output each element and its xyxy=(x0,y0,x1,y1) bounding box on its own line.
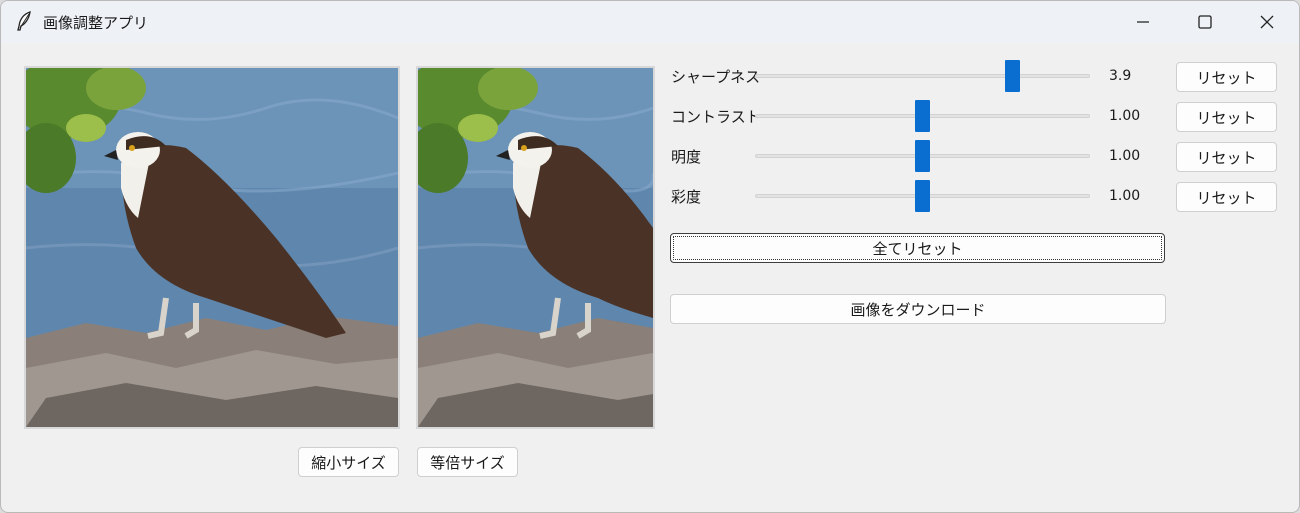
saturation-value: 1.00 xyxy=(1109,188,1141,204)
contrast-value: 1.00 xyxy=(1109,108,1141,124)
saturation-slider[interactable] xyxy=(755,180,1090,212)
maximize-button[interactable] xyxy=(1177,1,1233,43)
brightness-slider-thumb[interactable] xyxy=(915,140,930,172)
sharpness-slider-thumb[interactable] xyxy=(1005,60,1020,92)
actual-size-button[interactable]: 等倍サイズ xyxy=(417,447,518,477)
minimize-button[interactable] xyxy=(1115,1,1171,43)
brightness-slider[interactable] xyxy=(755,140,1090,172)
contrast-reset-button[interactable]: リセット xyxy=(1176,102,1277,132)
sharpness-label: シャープネス xyxy=(671,68,761,86)
title-bar[interactable]: 画像調整アプリ xyxy=(1,1,1299,43)
saturation-label: 彩度 xyxy=(671,188,702,206)
minimize-icon xyxy=(1136,15,1150,29)
sharpness-value: 3.9 xyxy=(1109,68,1132,84)
brightness-value: 1.00 xyxy=(1109,148,1141,164)
close-icon xyxy=(1260,15,1274,29)
window-title: 画像調整アプリ xyxy=(43,14,149,32)
app-window: 画像調整アプリ 縮小サイズ 等倍サイズ シャープネス 3.9 リセット コントラ… xyxy=(0,0,1300,513)
adjusted-image xyxy=(416,66,655,429)
sharpness-reset-button[interactable]: リセット xyxy=(1176,62,1277,92)
original-image xyxy=(24,66,400,429)
saturation-reset-button[interactable]: リセット xyxy=(1176,182,1277,212)
contrast-slider[interactable] xyxy=(755,100,1090,132)
reset-all-button[interactable]: 全てリセット xyxy=(670,233,1165,263)
sharpness-slider[interactable] xyxy=(755,60,1090,92)
contrast-label: コントラスト xyxy=(671,108,761,126)
feather-icon xyxy=(15,11,33,31)
saturation-slider-thumb[interactable] xyxy=(915,180,930,212)
maximize-icon xyxy=(1198,15,1212,29)
download-image-button[interactable]: 画像をダウンロード xyxy=(670,294,1166,324)
brightness-reset-button[interactable]: リセット xyxy=(1176,142,1277,172)
contrast-slider-thumb[interactable] xyxy=(915,100,930,132)
close-button[interactable] xyxy=(1239,1,1295,43)
shrink-size-button[interactable]: 縮小サイズ xyxy=(298,447,399,477)
brightness-label: 明度 xyxy=(671,148,702,166)
